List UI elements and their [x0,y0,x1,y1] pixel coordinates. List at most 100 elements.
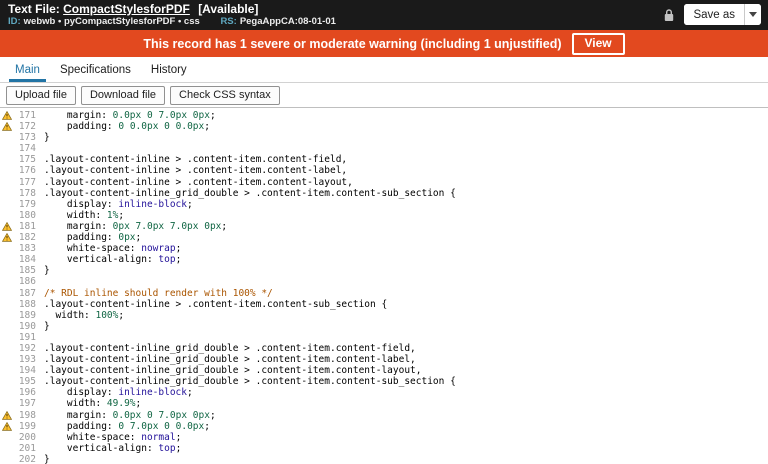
record-name-link[interactable]: CompactStylesforPDF [63,2,190,16]
code-text: padding: 0 0.0px 0 0.0px; [44,121,210,133]
code-text: .layout-content-inline > .content-item.c… [44,165,348,177]
warning-icon[interactable] [0,421,13,432]
record-title: Text File: CompactStylesforPDF [Availabl… [8,2,760,16]
warn-slot-empty [0,265,13,276]
code-text: margin: 0px 7.0px 7.0px 0px; [44,220,228,232]
warn-slot-empty [0,299,13,310]
line-number: 184 [18,254,36,266]
warning-icon[interactable] [0,232,13,243]
code-line: 190} [0,321,768,332]
save-as-dropdown-button[interactable] [744,4,761,25]
line-number: 181 [18,220,36,232]
warning-icon[interactable] [0,121,13,132]
warn-slot-empty [0,365,13,376]
warning-icon[interactable] [0,410,13,421]
code-line: 194 .layout-content-inline_grid_double > … [0,365,768,376]
code-line: 202} [0,454,768,464]
download-file-button[interactable]: Download file [80,85,166,105]
line-number: 189 [18,309,36,321]
code-line: 176 .layout-content-inline > .content-ite… [0,165,768,176]
code-text: .layout-content-inline_grid_double > .co… [44,354,416,366]
warn-slot-empty [0,332,13,343]
code-line: 181 margin: 0px 7.0px 7.0px 0px; [0,221,768,232]
warn-slot-empty [0,288,13,299]
line-number: 175 [18,154,36,166]
line-number: 200 [18,431,36,443]
code-text: padding: 0 7.0px 0 0.0px; [44,420,210,432]
line-number: 176 [18,165,36,177]
line-number: 179 [18,198,36,210]
tab-main[interactable]: Main [5,57,50,82]
code-line: 180 width: 1%; [0,210,768,221]
tab-history[interactable]: History [141,57,197,82]
warn-slot-empty [0,154,13,165]
warn-slot-empty [0,376,13,387]
warn-slot-empty [0,199,13,210]
save-as-button[interactable]: Save as [684,4,744,25]
line-number: 190 [18,320,36,332]
code-text: width: 100%; [44,309,125,321]
code-text: } [44,265,50,277]
warn-slot-empty [0,276,13,287]
line-number: 186 [18,276,36,288]
code-text: padding: 0px; [44,232,142,244]
code-line: 186 [0,276,768,287]
upload-file-button[interactable]: Upload file [6,85,76,105]
chevron-down-icon [749,12,757,17]
line-number: 188 [18,298,36,310]
line-number: 183 [18,243,36,255]
code-text: .layout-content-inline > .content-item.c… [44,176,353,188]
line-number: 171 [18,110,36,121]
code-line: 192 .layout-content-inline_grid_double > … [0,343,768,354]
warn-slot-empty [0,310,13,321]
code-line: 178 .layout-content-inline_grid_double > … [0,188,768,199]
code-text: vertical-align: top; [44,442,182,454]
code-text: white-space: nowrap; [44,243,182,255]
code-line: 171 margin: 0.0px 0 7.0px 0px; [0,110,768,121]
code-line: 179 display: inline-block; [0,199,768,210]
code-line: 185} [0,265,768,276]
record-type-label: Text File: [8,2,60,16]
code-line: 189 width: 100%; [0,310,768,321]
warning-icon[interactable] [0,110,13,121]
code-editor[interactable]: 171 margin: 0.0px 0 7.0px 0px; 172 paddin… [0,108,768,464]
line-number: 185 [18,265,36,277]
code-text: margin: 0.0px 0 7.0px 0px; [44,409,216,421]
warn-slot-empty [0,321,13,332]
code-line: 197 width: 49.9%; [0,398,768,409]
code-text: .layout-content-inline_grid_double > .co… [44,187,456,199]
code-line: 174 [0,143,768,154]
warning-banner: This record has 1 severe or moderate war… [0,30,768,57]
lock-icon[interactable] [663,8,675,22]
code-text: } [44,453,50,464]
view-warnings-button[interactable]: View [571,32,625,55]
tab-bar: Main Specifications History [0,57,768,83]
code-line: 173} [0,132,768,143]
code-line: 188 .layout-content-inline > .content-ite… [0,299,768,310]
id-label: ID: [8,16,21,27]
code-text: } [44,320,50,332]
line-number: 180 [18,209,36,221]
rs-label: RS: [220,16,237,27]
code-text: } [44,132,50,144]
code-line: 191 [0,332,768,343]
line-number: 177 [18,176,36,188]
warning-icon[interactable] [0,221,13,232]
save-as-split-button: Save as [684,4,761,25]
line-number: 195 [18,376,36,388]
code-line: 172 padding: 0 0.0px 0 0.0px; [0,121,768,132]
warn-slot-empty [0,432,13,443]
line-number: 187 [18,287,36,299]
line-number: 202 [18,453,36,464]
warn-slot-empty [0,165,13,176]
code-text: display: inline-block; [44,387,193,399]
line-number: 194 [18,365,36,377]
code-text: .layout-content-inline > .content-item.c… [44,298,388,310]
line-number: 178 [18,187,36,199]
check-css-syntax-button[interactable]: Check CSS syntax [170,85,280,105]
code-line: 187 /* RDL inline should render with 100%… [0,288,768,299]
warn-slot-empty [0,210,13,221]
rs-value: PegaAppCA:08-01-01 [239,16,336,27]
tab-specifications[interactable]: Specifications [50,57,141,82]
warn-slot-empty [0,354,13,365]
